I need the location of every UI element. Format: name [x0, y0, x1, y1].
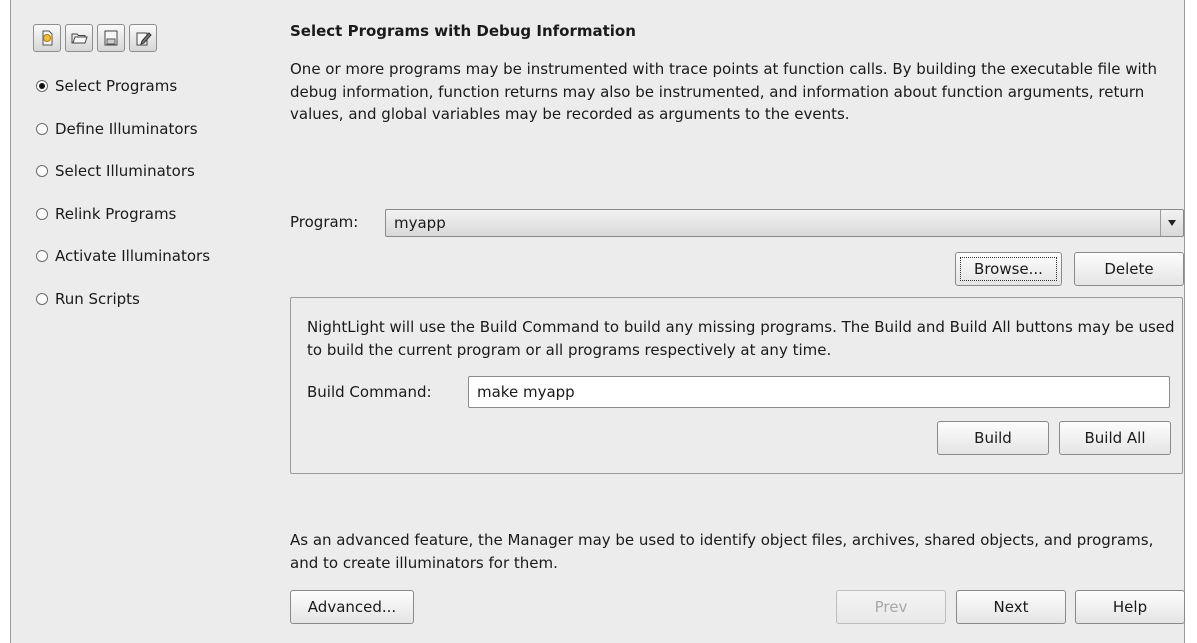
advanced-description: As an advanced feature, the Manager may … [290, 531, 1154, 572]
nav-item-label: Select Illuminators [55, 162, 195, 180]
build-command-label: Build Command: [307, 383, 432, 401]
help-button[interactable]: Help [1075, 590, 1185, 624]
new-button[interactable] [33, 24, 61, 52]
open-button[interactable] [65, 24, 93, 52]
build-description: NightLight will use the Build Command to… [307, 318, 1175, 359]
radio-button[interactable] [36, 165, 48, 177]
open-folder-icon [71, 33, 88, 44]
nav-item-label: Activate Illuminators [55, 247, 211, 265]
build-button[interactable]: Build [937, 421, 1049, 455]
delete-button[interactable]: Delete [1074, 252, 1184, 286]
radio-button[interactable] [36, 293, 48, 305]
toolbar [33, 24, 157, 52]
edit-icon [136, 32, 152, 46]
edit-button[interactable] [129, 24, 157, 52]
radio-button[interactable] [36, 250, 48, 262]
program-label: Program: [290, 213, 359, 231]
build-group: NightLight will use the Build Command to… [290, 297, 1183, 474]
save-icon [104, 30, 118, 46]
program-select[interactable]: myapp [385, 209, 1184, 237]
nav-item-select-illuminators[interactable]: Select Illuminators [36, 162, 195, 180]
nav-item-define-illuminators[interactable]: Define Illuminators [36, 120, 198, 138]
nav-item-activate-illuminators[interactable]: Activate Illuminators [36, 247, 210, 265]
nav-item-run-scripts[interactable]: Run Scripts [36, 290, 140, 308]
new-icon [42, 30, 53, 46]
browse-button[interactable]: Browse... [955, 252, 1062, 286]
nav-item-label: Select Programs [55, 77, 178, 95]
nav-item-label: Define Illuminators [55, 120, 198, 138]
dropdown-arrow-icon[interactable] [1160, 210, 1183, 236]
radio-button-checked[interactable] [36, 80, 48, 92]
page-title: Select Programs with Debug Information [290, 22, 636, 40]
radio-button[interactable] [36, 208, 48, 220]
nav-item-label: Run Scripts [55, 290, 140, 308]
nav-item-select-programs[interactable]: Select Programs [36, 77, 177, 95]
nav-item-relink-programs[interactable]: Relink Programs [36, 205, 176, 223]
next-button[interactable]: Next [956, 590, 1066, 624]
program-select-value: myapp [394, 214, 446, 232]
advanced-button[interactable]: Advanced... [290, 590, 414, 624]
nav-item-label: Relink Programs [55, 205, 177, 223]
build-command-input[interactable] [468, 376, 1170, 408]
prev-button[interactable]: Prev [836, 590, 946, 624]
radio-button[interactable] [36, 123, 48, 135]
build-all-button[interactable]: Build All [1059, 421, 1171, 455]
save-button[interactable] [97, 24, 125, 52]
intro-text: One or more programs may be instrumented… [290, 60, 1158, 123]
